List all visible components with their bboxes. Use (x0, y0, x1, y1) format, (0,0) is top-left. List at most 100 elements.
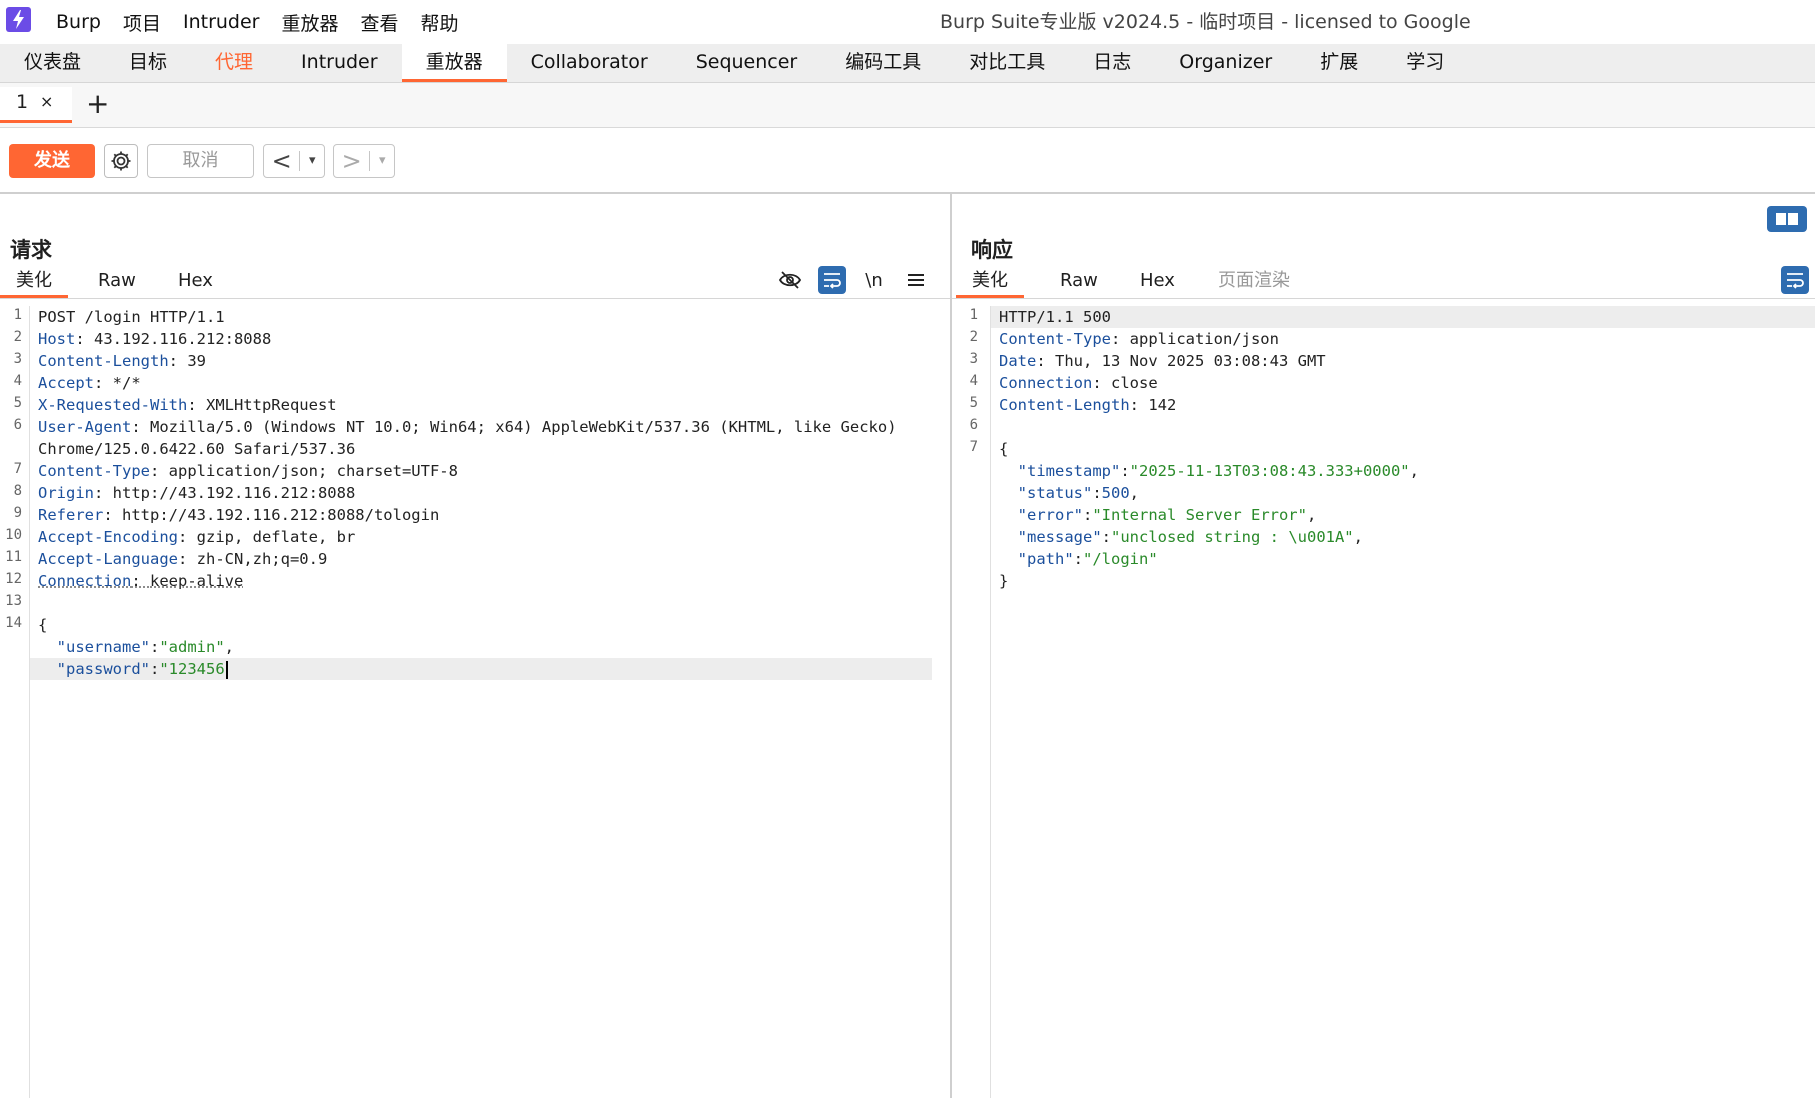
json-key: "timestamp" (1017, 462, 1121, 480)
tab-raw[interactable]: Raw (1044, 266, 1114, 298)
menu-icon[interactable] (902, 266, 930, 294)
repeater-tab-1[interactable]: 1 × (0, 87, 72, 123)
header-line: X-Requested-With: XMLHttpRequest (38, 396, 337, 414)
tab-pretty[interactable]: 美化 (956, 266, 1024, 298)
cancel-button[interactable]: 取消 (147, 144, 254, 178)
tab-extensions[interactable]: 扩展 (1296, 44, 1382, 82)
header-line: Accept-Language: zh-CN,zh;q=0.9 (38, 550, 328, 568)
add-tab-icon[interactable]: + (86, 86, 109, 122)
tab-sequencer[interactable]: Sequencer (672, 44, 822, 82)
send-button[interactable]: 发送 (9, 144, 95, 178)
header-line: Referer: http://43.192.116.212:8088/tolo… (38, 506, 440, 524)
repeater-tabs: 1 × (0, 83, 1815, 128)
line-number: 13 (5, 593, 22, 609)
response-pane: 响应 美化 Raw Hex 页面渲染 1 2 3 4 5 6 7 HTTP/1.… (952, 194, 1815, 1098)
text-caret (225, 660, 228, 679)
line-number: 14 (5, 615, 22, 631)
header-value: Thu, 13 Nov 2025 03:08:43 GMT (1055, 352, 1326, 370)
burp-logo-icon (6, 7, 31, 32)
json-key: "password" (56, 660, 150, 678)
chevron-down-icon[interactable]: ▾ (299, 151, 324, 171)
tab-intruder[interactable]: Intruder (277, 44, 402, 82)
line-number: 11 (5, 549, 22, 565)
header-key: Date (999, 352, 1037, 370)
tab-organizer[interactable]: Organizer (1155, 44, 1296, 82)
response-editor[interactable]: 1 2 3 4 5 6 7 HTTP/1.1 500 Content-Type:… (952, 306, 1815, 1098)
tab-render[interactable]: 页面渲染 (1202, 266, 1306, 298)
header-line: Origin: http://43.192.116.212:8088 (38, 484, 356, 502)
menu-burp[interactable]: Burp (56, 11, 101, 33)
layout-split-icon[interactable] (1767, 206, 1807, 232)
json-key: "message" (1017, 528, 1102, 546)
header-key: X-Requested-With (38, 396, 188, 414)
menu-intruder[interactable]: Intruder (183, 11, 260, 33)
tab-logger[interactable]: 日志 (1069, 44, 1155, 82)
wrap-lines-icon[interactable] (818, 266, 846, 294)
header-line: Content-Length: 39 (38, 352, 206, 370)
header-key: Referer (38, 506, 104, 524)
header-value: 142 (1148, 396, 1177, 414)
newline-icon[interactable]: \n (860, 266, 888, 294)
json-field: "message":"unclosed string : \u001A", (1017, 528, 1363, 546)
menu-view[interactable]: 查看 (361, 9, 399, 36)
json-brace: } (999, 572, 1009, 590)
tab-learn[interactable]: 学习 (1382, 44, 1468, 82)
header-value: gzip, deflate, br (196, 528, 356, 546)
tab-raw[interactable]: Raw (82, 266, 152, 298)
forward-button[interactable]: > ▾ (333, 144, 395, 178)
line-number: 6 (13, 417, 22, 433)
menu-project[interactable]: 项目 (123, 9, 161, 36)
tab-hex[interactable]: Hex (162, 266, 229, 298)
json-brace: { (38, 616, 48, 634)
menu-help[interactable]: 帮助 (421, 9, 459, 36)
header-value: */* (112, 374, 141, 392)
json-comma: , (1353, 528, 1363, 546)
chevron-down-icon[interactable]: ▾ (369, 151, 394, 171)
tab-repeater[interactable]: 重放器 (401, 44, 507, 82)
tab-proxy[interactable]: 代理 (191, 44, 277, 82)
close-icon[interactable]: × (40, 92, 53, 111)
header-key: Content-Length (999, 396, 1130, 414)
header-key: User-Agent (38, 418, 132, 436)
hide-eye-icon[interactable] (776, 266, 804, 294)
tab-collaborator[interactable]: Collaborator (507, 44, 672, 82)
header-value: Mozilla/5.0 (Windows NT 10.0; Win64; x64… (150, 418, 897, 436)
tab-dashboard[interactable]: 仪表盘 (0, 44, 105, 82)
header-key: Content-Type (999, 330, 1111, 348)
header-line: Accept-Encoding: gzip, deflate, br (38, 528, 356, 546)
header-value: 39 (187, 352, 206, 370)
repeater-tab-label: 1 (16, 91, 29, 113)
settings-gear-icon[interactable] (104, 144, 138, 178)
header-value: application/json; charset=UTF-8 (168, 462, 458, 480)
window-title: Burp Suite专业版 v2024.5 - 临时项目 - licensed … (940, 11, 1471, 33)
json-brace: { (999, 440, 1009, 458)
json-value: "2025-11-13T03:08:43.333+0000" (1129, 462, 1410, 480)
chevron-right-icon: > (341, 147, 362, 175)
tab-comparer[interactable]: 对比工具 (945, 44, 1069, 82)
wrap-lines-icon[interactable] (1781, 266, 1809, 294)
json-field: "path":"/login" (1017, 550, 1158, 568)
json-value: "123456 (159, 660, 225, 678)
tab-pretty[interactable]: 美化 (0, 266, 68, 298)
header-line: Connection: close (999, 374, 1158, 392)
json-field: "username":"admin", (56, 638, 235, 656)
line-number: 7 (13, 461, 22, 477)
header-line: User-Agent: Mozilla/5.0 (Windows NT 10.0… (38, 418, 897, 436)
tab-target[interactable]: 目标 (105, 44, 191, 82)
back-button[interactable]: < ▾ (263, 144, 325, 178)
line-number: 6 (969, 417, 978, 433)
line-number: 2 (13, 329, 22, 345)
request-editor[interactable]: 1 2 3 4 5 6 7 8 9 10 11 12 13 14 POST /l… (0, 306, 950, 1098)
line-number: 4 (969, 373, 978, 389)
line-number: 1 (969, 307, 978, 323)
tab-hex[interactable]: Hex (1124, 266, 1191, 298)
json-value: "unclosed string : \u001A" (1111, 528, 1354, 546)
json-key: "username" (56, 638, 150, 656)
menu-repeater[interactable]: 重放器 (281, 9, 338, 36)
line-number: 3 (13, 351, 22, 367)
header-value: close (1111, 374, 1158, 392)
tab-decoder[interactable]: 编码工具 (821, 44, 945, 82)
line-number-gutter: 1 2 3 4 5 6 7 (952, 306, 991, 1098)
line-number: 3 (969, 351, 978, 367)
header-value: zh-CN,zh;q=0.9 (196, 550, 328, 568)
